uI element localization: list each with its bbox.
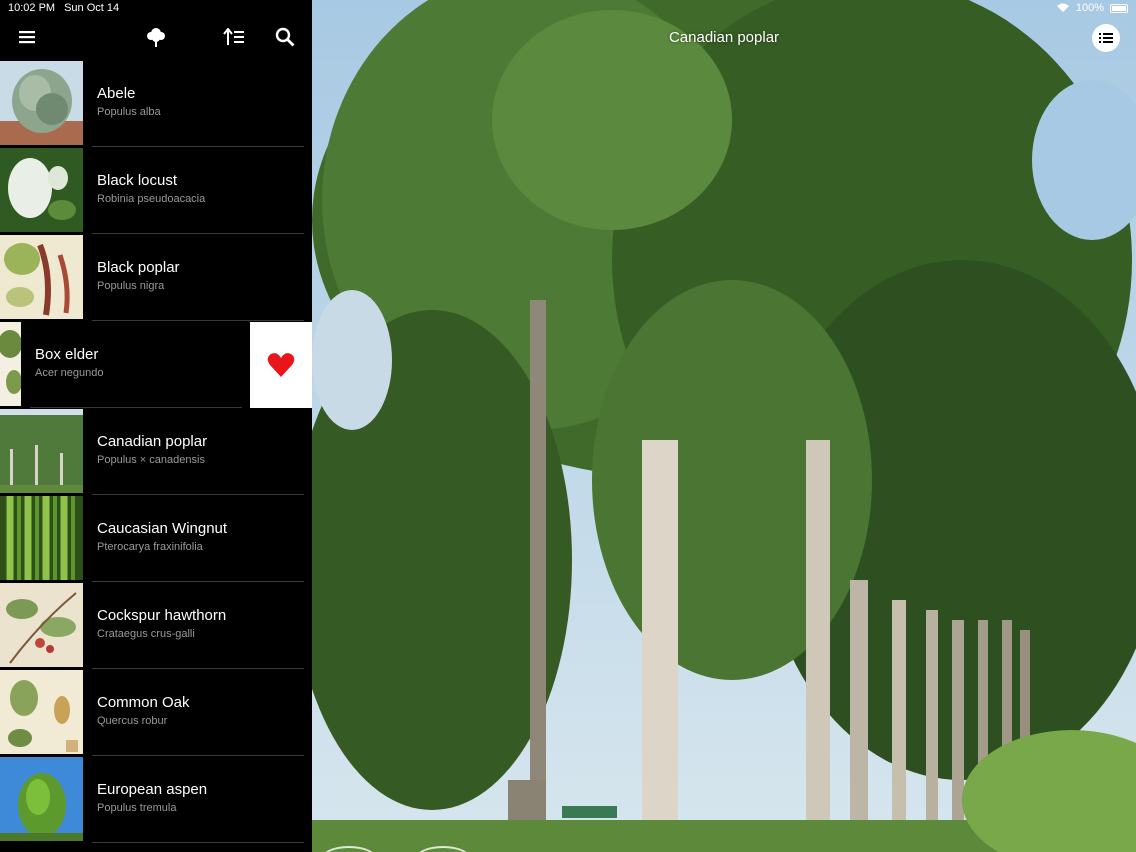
thumbnail-image xyxy=(0,670,83,754)
tree-scientific-name: Pterocarya fraxinifolia xyxy=(97,541,203,553)
list-item-common-oak[interactable]: Common Oak Quercus robur xyxy=(0,669,312,756)
list-item-caucasian-wingnut[interactable]: Caucasian Wingnut Pterocarya fraxinifoli… xyxy=(0,495,312,582)
thumbnail-image xyxy=(0,409,83,493)
list-item-abele[interactable]: Abele Populus alba xyxy=(0,60,312,147)
sort-icon xyxy=(223,28,244,45)
list-item-canadian-poplar[interactable]: Canadian poplar Populus × canadensis xyxy=(0,408,312,495)
thumbnail-image xyxy=(0,148,83,232)
tree-list-sidebar: Abele Populus alba Black locust Robinia … xyxy=(0,0,312,852)
tree-photo xyxy=(312,0,1136,852)
info-list-button[interactable] xyxy=(1092,24,1120,52)
tree-name: Caucasian Wingnut xyxy=(97,520,228,537)
sort-button[interactable] xyxy=(222,26,246,48)
tree-name: Canadian poplar xyxy=(97,433,208,450)
tree-name: Black poplar xyxy=(97,259,180,276)
tree-detail-view: Canadian poplar xyxy=(312,0,1136,852)
tree-scientific-name: Populus × canadensis xyxy=(97,454,205,466)
tree-scientific-name: Robinia pseudoacacia xyxy=(97,193,206,205)
tree-list: Abele Populus alba Black locust Robinia … xyxy=(0,60,312,843)
tree-name: Abele xyxy=(97,85,136,102)
battery-percent: 100% xyxy=(1075,2,1104,14)
thumbnail-image xyxy=(0,61,83,145)
photo-thumbnails xyxy=(322,846,470,852)
thumbnail-image xyxy=(0,757,83,841)
hamburger-menu-icon xyxy=(19,31,35,44)
tree-name: Black locust xyxy=(97,172,178,189)
status-time: 10:02 PM xyxy=(8,2,56,14)
tree-scientific-name: Quercus robur xyxy=(97,715,168,727)
list-icon xyxy=(1099,33,1113,43)
photo-thumbnail[interactable] xyxy=(322,846,376,852)
tree-name: Cockspur hawthorn xyxy=(97,607,227,624)
tree-name: Box elder xyxy=(35,346,99,363)
tree-name: Common Oak xyxy=(97,694,190,711)
detail-title: Canadian poplar xyxy=(668,29,780,46)
tree-scientific-name: Acer negundo xyxy=(35,367,104,379)
divider xyxy=(92,842,304,843)
tree-scientific-name: Populus tremula xyxy=(97,802,177,814)
tree-name: European aspen xyxy=(97,781,208,798)
favorite-button[interactable] xyxy=(250,322,312,408)
tree-icon xyxy=(147,28,165,47)
heart-icon xyxy=(267,353,295,377)
status-bar-right: 100% xyxy=(1056,2,1128,14)
search-icon xyxy=(275,27,295,47)
status-bar-left: 10:02 PM Sun Oct 14 xyxy=(8,2,119,14)
list-item-black-locust[interactable]: Black locust Robinia pseudoacacia xyxy=(0,147,312,234)
tree-scientific-name: Populus nigra xyxy=(97,280,165,292)
battery-icon xyxy=(1110,3,1128,13)
tree-view-button[interactable] xyxy=(144,26,168,48)
thumbnail-image xyxy=(0,235,83,319)
list-item-european-aspen[interactable]: European aspen Populus tremula xyxy=(0,756,312,843)
list-item-black-poplar[interactable]: Black poplar Populus nigra xyxy=(0,234,312,321)
tree-scientific-name: Crataegus crus-galli xyxy=(97,628,195,640)
list-item-box-elder[interactable]: Box elder Acer negundo xyxy=(0,321,312,408)
thumbnail-image xyxy=(0,322,21,406)
status-date: Sun Oct 14 xyxy=(64,2,120,14)
search-button[interactable] xyxy=(273,26,297,48)
list-item-cockspur-hawthorn[interactable]: Cockspur hawthorn Crataegus crus-galli xyxy=(0,582,312,669)
photo-thumbnail[interactable] xyxy=(416,846,470,852)
menu-button[interactable] xyxy=(15,26,39,48)
thumbnail-image xyxy=(0,496,83,580)
thumbnail-image xyxy=(0,583,83,667)
tree-scientific-name: Populus alba xyxy=(97,106,161,118)
wifi-icon xyxy=(1056,3,1069,12)
